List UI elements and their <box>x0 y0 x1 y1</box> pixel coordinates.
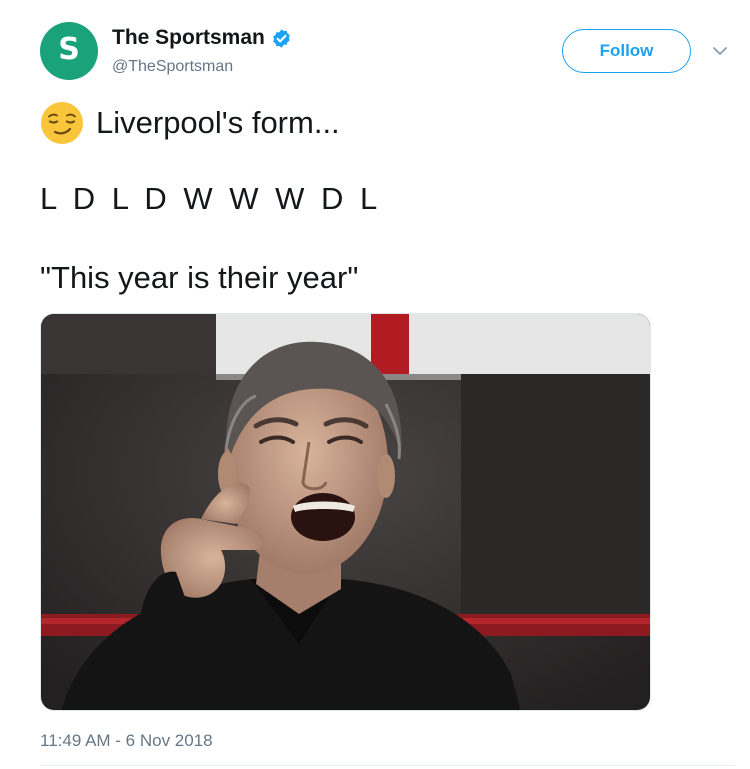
tweet-text-2: L D L D W W W D L <box>40 181 382 216</box>
follow-button[interactable]: Follow <box>562 29 691 73</box>
handle[interactable]: @TheSportsman <box>112 58 233 76</box>
tweet-card: S The Sportsman @TheSportsman Follow Liv… <box>0 0 750 769</box>
divider <box>40 765 735 766</box>
display-name[interactable]: The Sportsman <box>112 26 265 50</box>
avatar[interactable]: S <box>40 22 98 80</box>
tweet-text-3: "This year is their year" <box>40 260 359 295</box>
laughing-man-pointing-image <box>41 314 650 710</box>
name-row: The Sportsman <box>112 26 292 50</box>
tweet-text-line-1: Liverpool's form... <box>40 101 340 145</box>
smirking-face-emoji-icon <box>40 101 84 145</box>
avatar-letter: S <box>58 32 80 67</box>
tweet-text-1: Liverpool's form... <box>96 105 340 140</box>
tweet-timestamp[interactable]: 11:49 AM - 6 Nov 2018 <box>40 731 213 751</box>
chevron-down-icon[interactable] <box>712 44 728 56</box>
tweet-photo[interactable] <box>40 313 651 711</box>
verified-badge-icon <box>271 28 292 49</box>
